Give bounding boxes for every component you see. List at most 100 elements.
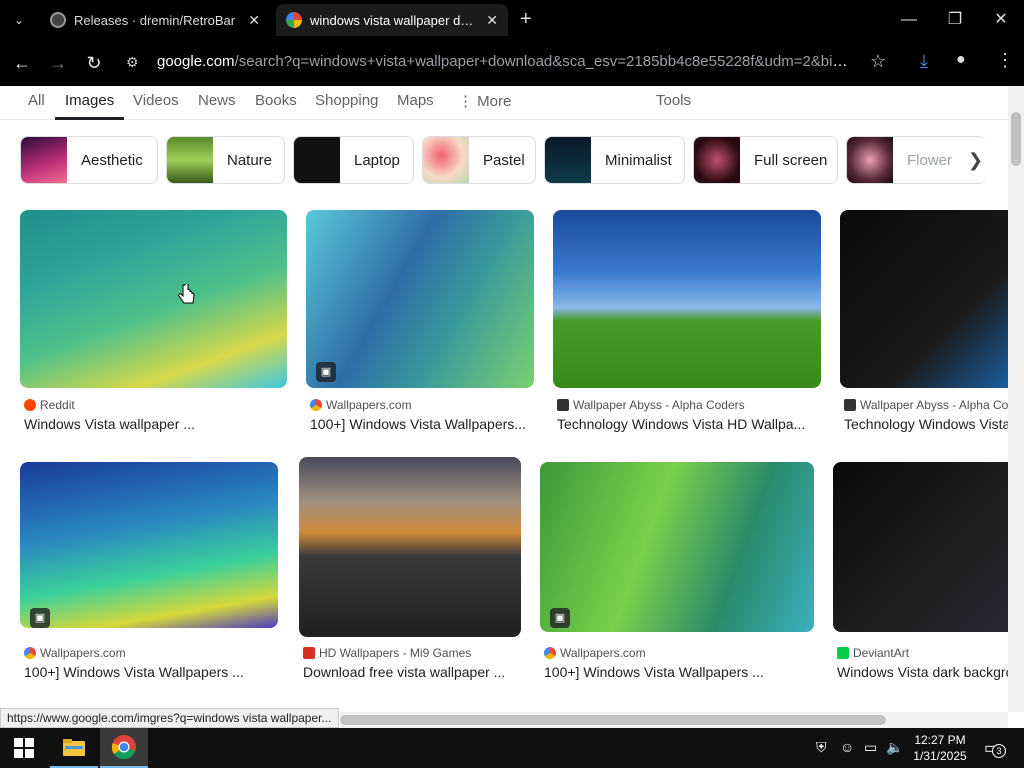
close-tab-icon[interactable]: ✕ [486,12,498,29]
result-image[interactable] [540,462,814,632]
tab-news[interactable]: News [198,92,236,120]
result-caption[interactable]: Technology Windows Vista HD Wallpa... [557,416,821,432]
image-result[interactable]: Wallpaper Abyss - Alpha Coders Technolog… [553,210,821,440]
result-image[interactable] [553,210,821,388]
source-name: Wallpapers.com [326,398,412,412]
result-image[interactable] [833,462,1008,632]
result-source[interactable]: Wallpapers.com [310,398,412,412]
browser-menu-icon[interactable]: ⋮ [996,50,1014,71]
chip-nature[interactable]: Nature [166,136,285,184]
image-badge-icon: ▣ [30,608,50,628]
chip-minimalist[interactable]: Minimalist [544,136,685,184]
image-result[interactable]: HD Wallpapers - Mi9 Games Download free … [299,457,521,688]
result-source[interactable]: Wallpapers.com [24,646,126,660]
chip-label: Full screen [754,151,828,169]
close-tab-icon[interactable]: ✕ [248,12,260,29]
result-image[interactable] [299,457,521,637]
back-button[interactable]: ← [10,52,34,74]
tab-videos[interactable]: Videos [133,92,179,120]
hand-cursor-icon [178,284,195,304]
chip-label: Laptop [354,151,400,169]
result-source[interactable]: Wallpaper Abyss - Alpha Coders [844,398,1008,412]
result-caption[interactable]: Technology Windows Vista HD Wallpaper [844,416,1008,432]
alpha-coders-icon [557,399,569,411]
google-icon [286,12,302,28]
source-name: HD Wallpapers - Mi9 Games [319,646,472,660]
search-type-tabs: All Images Videos News Books Shopping Ma… [0,86,1008,120]
chip-label: Flower [907,151,953,169]
image-result[interactable]: ▣ Wallpapers.com 100+] Windows Vista Wal… [540,462,814,688]
url-host: google.com [157,53,235,70]
chevron-right-icon[interactable]: ❯ [968,150,983,171]
maximize-button[interactable]: ❐ [940,8,970,32]
result-source[interactable]: HD Wallpapers - Mi9 Games [303,646,471,660]
tab-retrobar-releases[interactable]: Releases · dremin/RetroBar ✕ [42,4,270,36]
chrome-icon[interactable] [100,728,148,768]
result-caption[interactable]: Windows Vista wallpaper ... [24,416,286,432]
image-result[interactable]: ▣ Wallpapers.com 100+] Windows Vista Wal… [306,210,534,440]
people-icon[interactable]: ☺ [840,739,854,755]
site-info-icon[interactable]: ⚙ [126,54,139,71]
vertical-scrollbar[interactable] [1008,86,1024,712]
windows-start-icon[interactable] [14,738,34,758]
result-source[interactable]: DeviantArt [837,646,909,660]
chip-laptop[interactable]: Laptop [293,136,414,184]
image-result[interactable]: Wallpaper Abyss - Alpha Coders Technolog… [840,210,1008,440]
horizontal-scrollbar[interactable] [340,712,1008,728]
download-icon[interactable]: ⤓ [920,51,928,72]
minimize-button[interactable]: — [894,8,924,32]
result-image[interactable] [20,210,287,388]
tab-images[interactable]: Images [55,92,125,120]
chip-aesthetic[interactable]: Aesthetic [20,136,158,184]
bookmark-star-icon[interactable]: ☆ [870,51,886,72]
result-caption[interactable]: 100+] Windows Vista Wallpapers ... [544,664,814,680]
tab-more[interactable]: ⋮ More [458,92,511,120]
chip-thumbnail [167,137,213,183]
image-result[interactable]: Reddit Windows Vista wallpaper ... [20,210,287,440]
close-window-button[interactable]: ✕ [986,8,1016,32]
result-caption[interactable]: 100+] Windows Vista Wallpapers... [310,416,534,432]
result-image[interactable] [306,210,534,388]
horizontal-scroll-thumb[interactable] [340,715,886,725]
tab-shopping[interactable]: Shopping [315,92,378,120]
source-name: Wallpapers.com [560,646,646,660]
wallpapers-com-icon [24,647,36,659]
new-tab-button[interactable]: + [520,8,532,31]
result-caption[interactable]: Windows Vista dark background [837,664,1008,680]
tab-google-search[interactable]: windows vista wallpaper download ✕ [276,4,508,36]
chip-label: Nature [227,151,273,169]
tab-maps[interactable]: Maps [397,92,434,120]
chip-flower[interactable]: Flower [846,136,986,184]
chip-label: Aesthetic [81,151,143,169]
volume-icon[interactable]: 🔈 [886,739,903,756]
chip-thumbnail [847,137,893,183]
result-source[interactable]: Wallpaper Abyss - Alpha Coders [557,398,745,412]
security-shield-icon[interactable]: ⛨ [816,739,827,756]
chip-pastel[interactable]: Pastel [422,136,536,184]
result-caption[interactable]: 100+] Windows Vista Wallpapers ... [24,664,278,680]
chip-label: Minimalist [605,151,672,169]
wallpapers-com-icon [544,647,556,659]
reload-button[interactable]: ↻ [82,52,106,74]
file-explorer-icon[interactable] [50,728,98,768]
tab-search-chevron-icon[interactable]: ⌄ [8,10,30,30]
image-result[interactable]: ▣ Wallpapers.com 100+] Windows Vista Wal… [20,462,278,688]
vertical-scroll-thumb[interactable] [1011,112,1021,166]
chip-full-screen[interactable]: Full screen [693,136,838,184]
result-source[interactable]: Reddit [24,398,75,412]
source-name: Wallpapers.com [40,646,126,660]
result-image[interactable] [840,210,1008,388]
address-bar[interactable]: google.com/search?q=windows+vista+wallpa… [157,53,857,70]
system-clock[interactable]: 12:27 PM 1/31/2025 [910,732,970,764]
image-result[interactable]: DeviantArt Windows Vista dark background [833,462,1008,688]
tab-all[interactable]: All [28,92,45,120]
tab-books[interactable]: Books [255,92,297,120]
network-icon[interactable]: ▭ [864,739,877,756]
result-caption[interactable]: Download free vista wallpaper ... [303,664,521,680]
tools-button[interactable]: Tools [656,92,691,120]
profile-icon[interactable]: ● [956,51,966,69]
source-name: DeviantArt [853,646,910,660]
result-image[interactable] [20,462,278,628]
forward-button[interactable]: → [46,52,70,74]
result-source[interactable]: Wallpapers.com [544,646,646,660]
